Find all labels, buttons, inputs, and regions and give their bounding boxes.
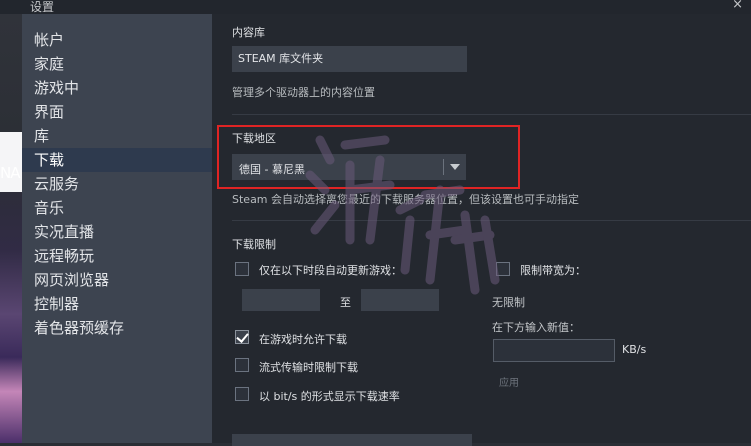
allow-downloads-during-gameplay-checkbox[interactable] [235,330,249,344]
settings-content: 内容库 STEAM 库文件夹 管理多个驱动器上的内容位置 下载地区 德国 - 慕… [212,14,751,446]
sidebar-item[interactable]: 界面 [22,100,212,124]
only-update-between-checkbox[interactable] [235,262,249,276]
unlimited-text: 无限制 [492,296,525,309]
throttle-while-streaming-label: 流式传输时限制下载 [259,361,358,374]
section-divider [232,220,751,221]
sidebar-item[interactable]: 帐户 [22,28,212,52]
sidebar-list: 帐户 家庭 游戏中 界面库下载 云服务 音乐 实况直播 远程畅玩 网页浏览器 控制器 着色器预缓存 [22,14,212,340]
background-game-art: NA [0,14,22,443]
sidebar-item[interactable]: 云服务 [22,172,212,196]
sidebar-item[interactable]: 音乐 [22,196,212,220]
update-end-time-input[interactable] [361,289,439,311]
sidebar-item[interactable]: 家庭 [22,52,212,76]
time-separator: 至 [340,296,351,309]
checkmark-icon [236,330,249,343]
background-partial-text: NA [0,164,21,182]
limit-bandwidth-label: 限制带宽为： [520,264,586,277]
select-divider [443,159,444,175]
window-titlebar: 设置 × [0,0,751,14]
content-library-heading: 内容库 [232,26,265,39]
sidebar-item[interactable]: 网页浏览器 [22,268,212,292]
update-start-time-input[interactable] [242,289,320,311]
sidebar-item[interactable]: 实况直播 [22,220,212,244]
sidebar-item[interactable]: 控制器 [22,292,212,316]
bandwidth-unit: KB/s [622,343,647,356]
only-update-between-label: 仅在以下时段自动更新游戏： [259,264,402,277]
bandwidth-limit-input[interactable] [493,339,615,362]
sidebar-item[interactable]: 游戏中 [22,76,212,100]
download-limits-heading: 下载限制 [232,238,276,251]
new-value-label: 在下方输入新值： [492,321,580,334]
download-region-heading: 下载地区 [232,132,276,145]
next-section-button[interactable] [232,434,472,446]
chevron-down-icon[interactable] [450,164,460,170]
sidebar-item[interactable]: 远程畅玩 [22,244,212,268]
sidebar-item[interactable]: 库 [22,124,212,148]
sidebar-item[interactable]: 着色器预缓存 [22,316,212,340]
display-bits-per-second-label: 以 bit/s 的形式显示下载速率 [259,390,400,403]
download-region-select[interactable]: 德国 - 慕尼黑 [232,154,466,180]
download-region-value: 德国 - 慕尼黑 [239,163,305,176]
content-library-description: 管理多个驱动器上的内容位置 [232,86,375,99]
settings-sidebar: 帐户 家庭 游戏中 界面库下载 云服务 音乐 实况直播 远程畅玩 网页浏览器 控制器 着色器预缓存 [22,14,212,443]
limit-bandwidth-checkbox[interactable] [496,262,510,276]
background-art-panel [0,132,22,192]
steam-library-folders-button[interactable]: STEAM 库文件夹 [232,46,467,72]
sidebar-item[interactable]: 下载 [22,148,212,172]
close-icon[interactable]: × [732,0,743,12]
window-title: 设置 [30,0,55,14]
allow-downloads-during-gameplay-label: 在游戏时允许下载 [259,333,347,346]
throttle-while-streaming-checkbox[interactable] [235,358,249,372]
apply-button[interactable]: 应用 [499,374,519,389]
download-region-description: Steam 会自动选择离您最近的下载服务器位置，但该设置也可手动指定 [232,193,580,206]
section-divider [232,114,751,115]
display-bits-per-second-checkbox[interactable] [235,387,249,401]
